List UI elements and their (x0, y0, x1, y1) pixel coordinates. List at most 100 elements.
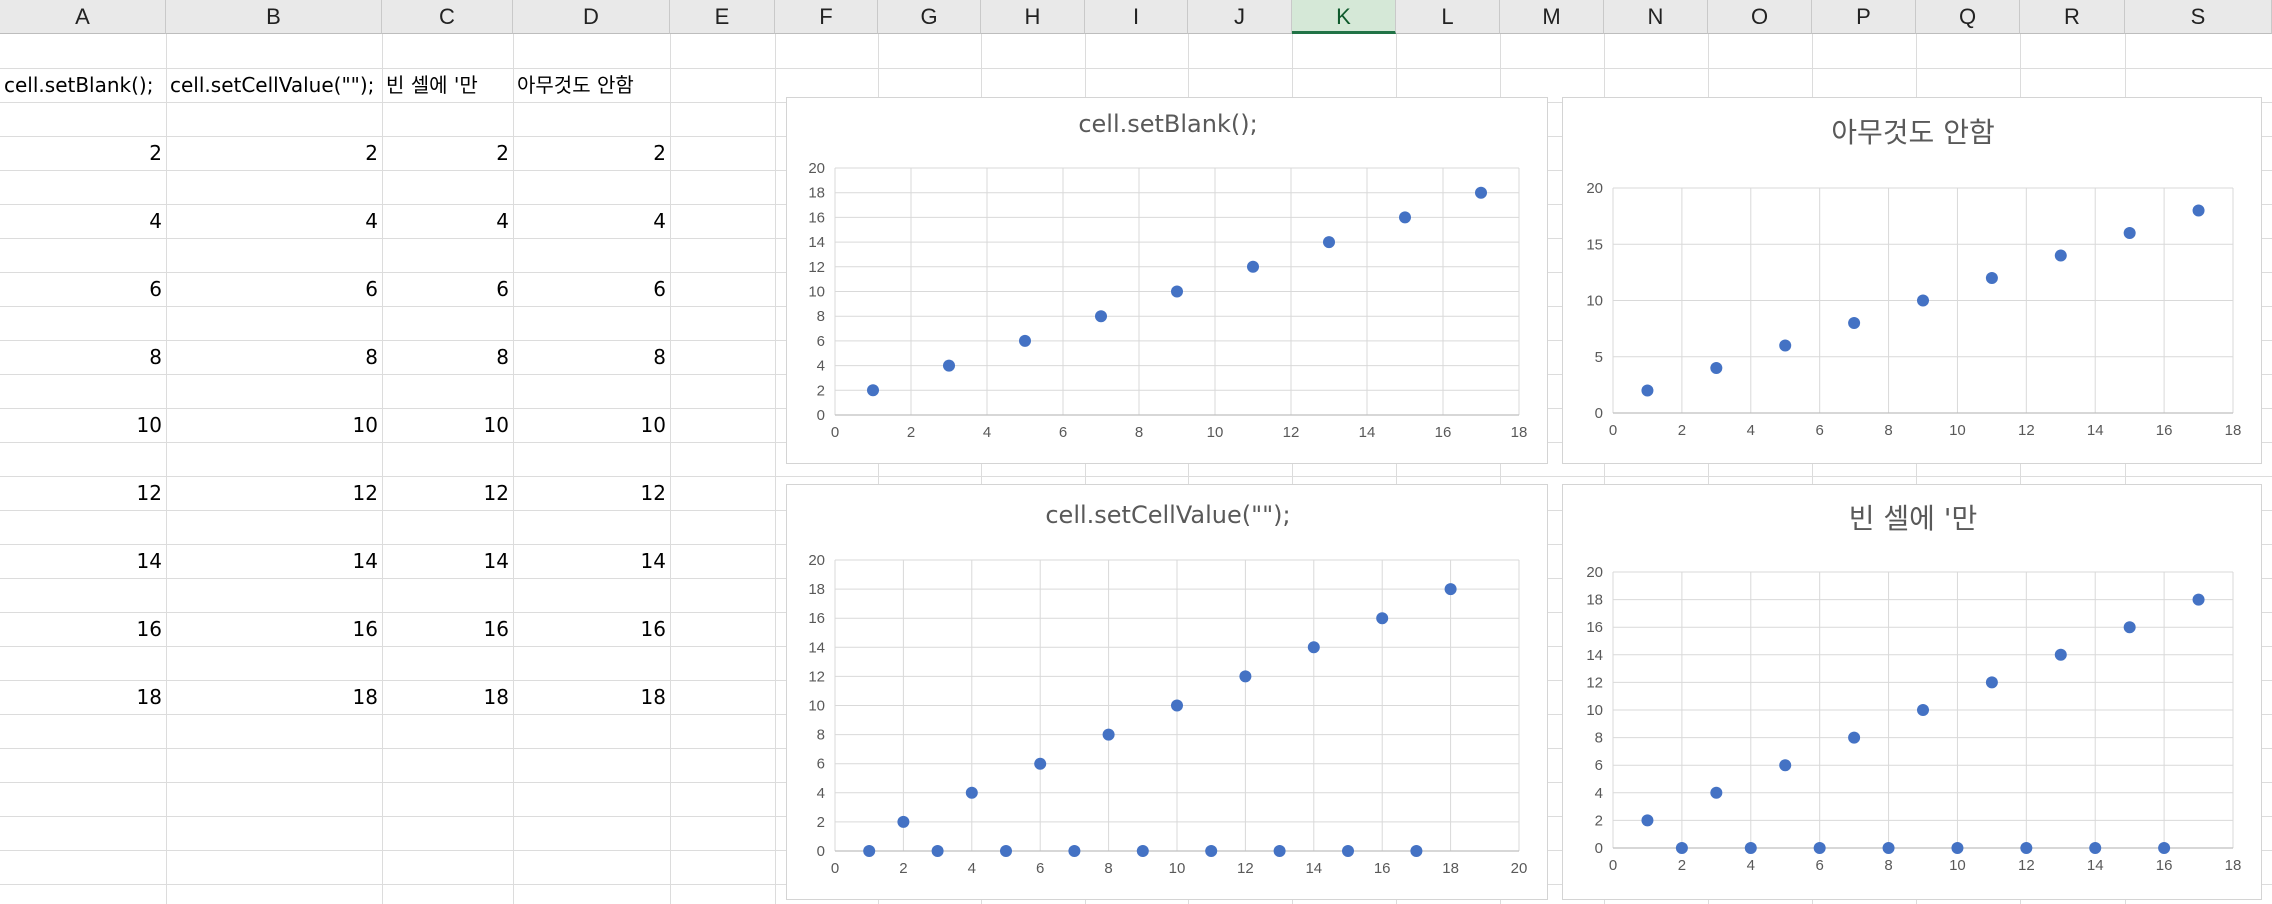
cell-d14[interactable]: 12 (513, 476, 670, 510)
data-point[interactable] (1779, 339, 1792, 352)
data-point[interactable] (1641, 384, 1654, 397)
cell-a10[interactable]: 8 (0, 340, 166, 374)
cell-b10[interactable]: 8 (166, 340, 382, 374)
data-point[interactable] (1399, 211, 1411, 224)
data-point[interactable] (1095, 310, 1107, 323)
cell-d10[interactable]: 8 (513, 340, 670, 374)
cell-c8[interactable]: 6 (382, 272, 513, 306)
cell-a16[interactable]: 14 (0, 544, 166, 578)
cell-c14[interactable]: 12 (382, 476, 513, 510)
cell-c6[interactable]: 4 (382, 204, 513, 238)
data-point[interactable] (1247, 260, 1259, 273)
data-point[interactable] (1342, 845, 1354, 857)
data-point[interactable] (1641, 814, 1654, 827)
column-header-i[interactable]: I (1085, 0, 1188, 34)
data-point[interactable] (1779, 759, 1792, 772)
data-point[interactable] (1273, 845, 1286, 857)
data-point[interactable] (1917, 704, 1929, 716)
data-point[interactable] (1985, 272, 1998, 284)
cell-c10[interactable]: 8 (382, 340, 513, 374)
data-point[interactable] (1882, 842, 1895, 854)
data-point[interactable] (867, 384, 879, 397)
data-point[interactable] (2089, 842, 2102, 854)
cell-b2[interactable]: cell.setCellValue(""); (166, 68, 382, 102)
data-point[interactable] (863, 845, 876, 857)
data-point[interactable] (1444, 583, 1457, 596)
data-point[interactable] (1848, 317, 1861, 329)
cell-d20[interactable]: 18 (513, 680, 670, 714)
cell-c18[interactable]: 16 (382, 612, 513, 646)
chart-nothing[interactable]: 아무것도 안함 0 2 4 6 8 10 12 14 16 18 0 5 10 15 20 (1562, 97, 2262, 464)
column-header-k[interactable]: K (1292, 0, 1396, 34)
column-header-s[interactable]: S (2125, 0, 2272, 34)
cell-b14[interactable]: 12 (166, 476, 382, 510)
cell-a20[interactable]: 18 (0, 680, 166, 714)
column-header-q[interactable]: Q (1916, 0, 2020, 34)
data-point[interactable] (1376, 612, 1389, 625)
data-point[interactable] (1323, 236, 1335, 249)
data-point[interactable] (1239, 670, 1252, 683)
chart-setblank[interactable]: cell.setBlank(); 0 2 4 6 8 10 12 14 16 18 0 2 4 6 8 10 12… (786, 97, 1548, 464)
cell-b12[interactable]: 10 (166, 408, 382, 442)
column-header-r[interactable]: R (2020, 0, 2125, 34)
data-point[interactable] (1848, 731, 1861, 744)
cell-a4[interactable]: 2 (0, 136, 166, 170)
cell-a8[interactable]: 6 (0, 272, 166, 306)
column-header-a[interactable]: A (0, 0, 166, 34)
data-point[interactable] (2192, 204, 2205, 217)
column-header-l[interactable]: L (1396, 0, 1500, 34)
data-point[interactable] (1205, 845, 1218, 857)
data-point[interactable] (2054, 249, 2067, 262)
column-header-b[interactable]: B (166, 0, 382, 34)
column-header-e[interactable]: E (670, 0, 775, 34)
data-point[interactable] (2192, 593, 2205, 606)
data-point[interactable] (1410, 845, 1423, 857)
data-point[interactable] (1136, 845, 1149, 857)
cell-d8[interactable]: 6 (513, 272, 670, 306)
data-point[interactable] (1102, 728, 1115, 741)
data-point[interactable] (1068, 845, 1081, 857)
data-point[interactable] (1034, 757, 1047, 770)
spreadsheet[interactable]: ABCDEFGHIJKLMNOPQRS 2 4 6 8 10 12 14 16 18 2 4 6 8 10… (0, 0, 2272, 904)
data-point[interactable] (1171, 699, 1183, 712)
column-header-o[interactable]: O (1708, 0, 1812, 34)
column-header-c[interactable]: C (382, 0, 513, 34)
cell-c4[interactable]: 2 (382, 136, 513, 170)
data-point[interactable] (1000, 845, 1012, 857)
data-point[interactable] (1813, 842, 1826, 854)
data-point[interactable] (1710, 362, 1723, 374)
data-point[interactable] (897, 815, 910, 828)
data-point[interactable] (2123, 227, 2136, 239)
cell-d6[interactable]: 4 (513, 204, 670, 238)
cell-a18[interactable]: 16 (0, 612, 166, 646)
data-point[interactable] (1019, 334, 1031, 347)
cell-a2[interactable]: cell.setBlank(); (0, 68, 166, 102)
column-header-h[interactable]: H (981, 0, 1085, 34)
cell-d2[interactable]: 아무것도 안함 (513, 68, 670, 102)
column-header-m[interactable]: M (1500, 0, 1604, 34)
column-header-d[interactable]: D (513, 0, 670, 34)
column-header-p[interactable]: P (1812, 0, 1916, 34)
cell-c20[interactable]: 18 (382, 680, 513, 714)
data-point[interactable] (1475, 186, 1487, 199)
cell-c12[interactable]: 10 (382, 408, 513, 442)
data-point[interactable] (1744, 842, 1757, 854)
data-point[interactable] (2123, 621, 2136, 634)
data-point[interactable] (1985, 676, 1998, 689)
cell-b6[interactable]: 4 (166, 204, 382, 238)
data-point[interactable] (1307, 641, 1320, 654)
cell-b16[interactable]: 14 (166, 544, 382, 578)
cell-c2[interactable]: 빈 셀에 '만 (382, 68, 513, 102)
chart-setcellvalue[interactable]: cell.setCellValue(""); 0 2 4 6 8 10 12 14 16 18 20 0… (786, 484, 1548, 900)
cell-b4[interactable]: 2 (166, 136, 382, 170)
data-point[interactable] (943, 359, 955, 372)
cell-a12[interactable]: 10 (0, 408, 166, 442)
data-point[interactable] (2054, 648, 2067, 661)
column-header-g[interactable]: G (878, 0, 981, 34)
cell-b8[interactable]: 6 (166, 272, 382, 306)
cell-a6[interactable]: 4 (0, 204, 166, 238)
data-point[interactable] (1917, 294, 1929, 307)
cell-d16[interactable]: 14 (513, 544, 670, 578)
column-header-f[interactable]: F (775, 0, 878, 34)
data-point[interactable] (1951, 842, 1964, 854)
